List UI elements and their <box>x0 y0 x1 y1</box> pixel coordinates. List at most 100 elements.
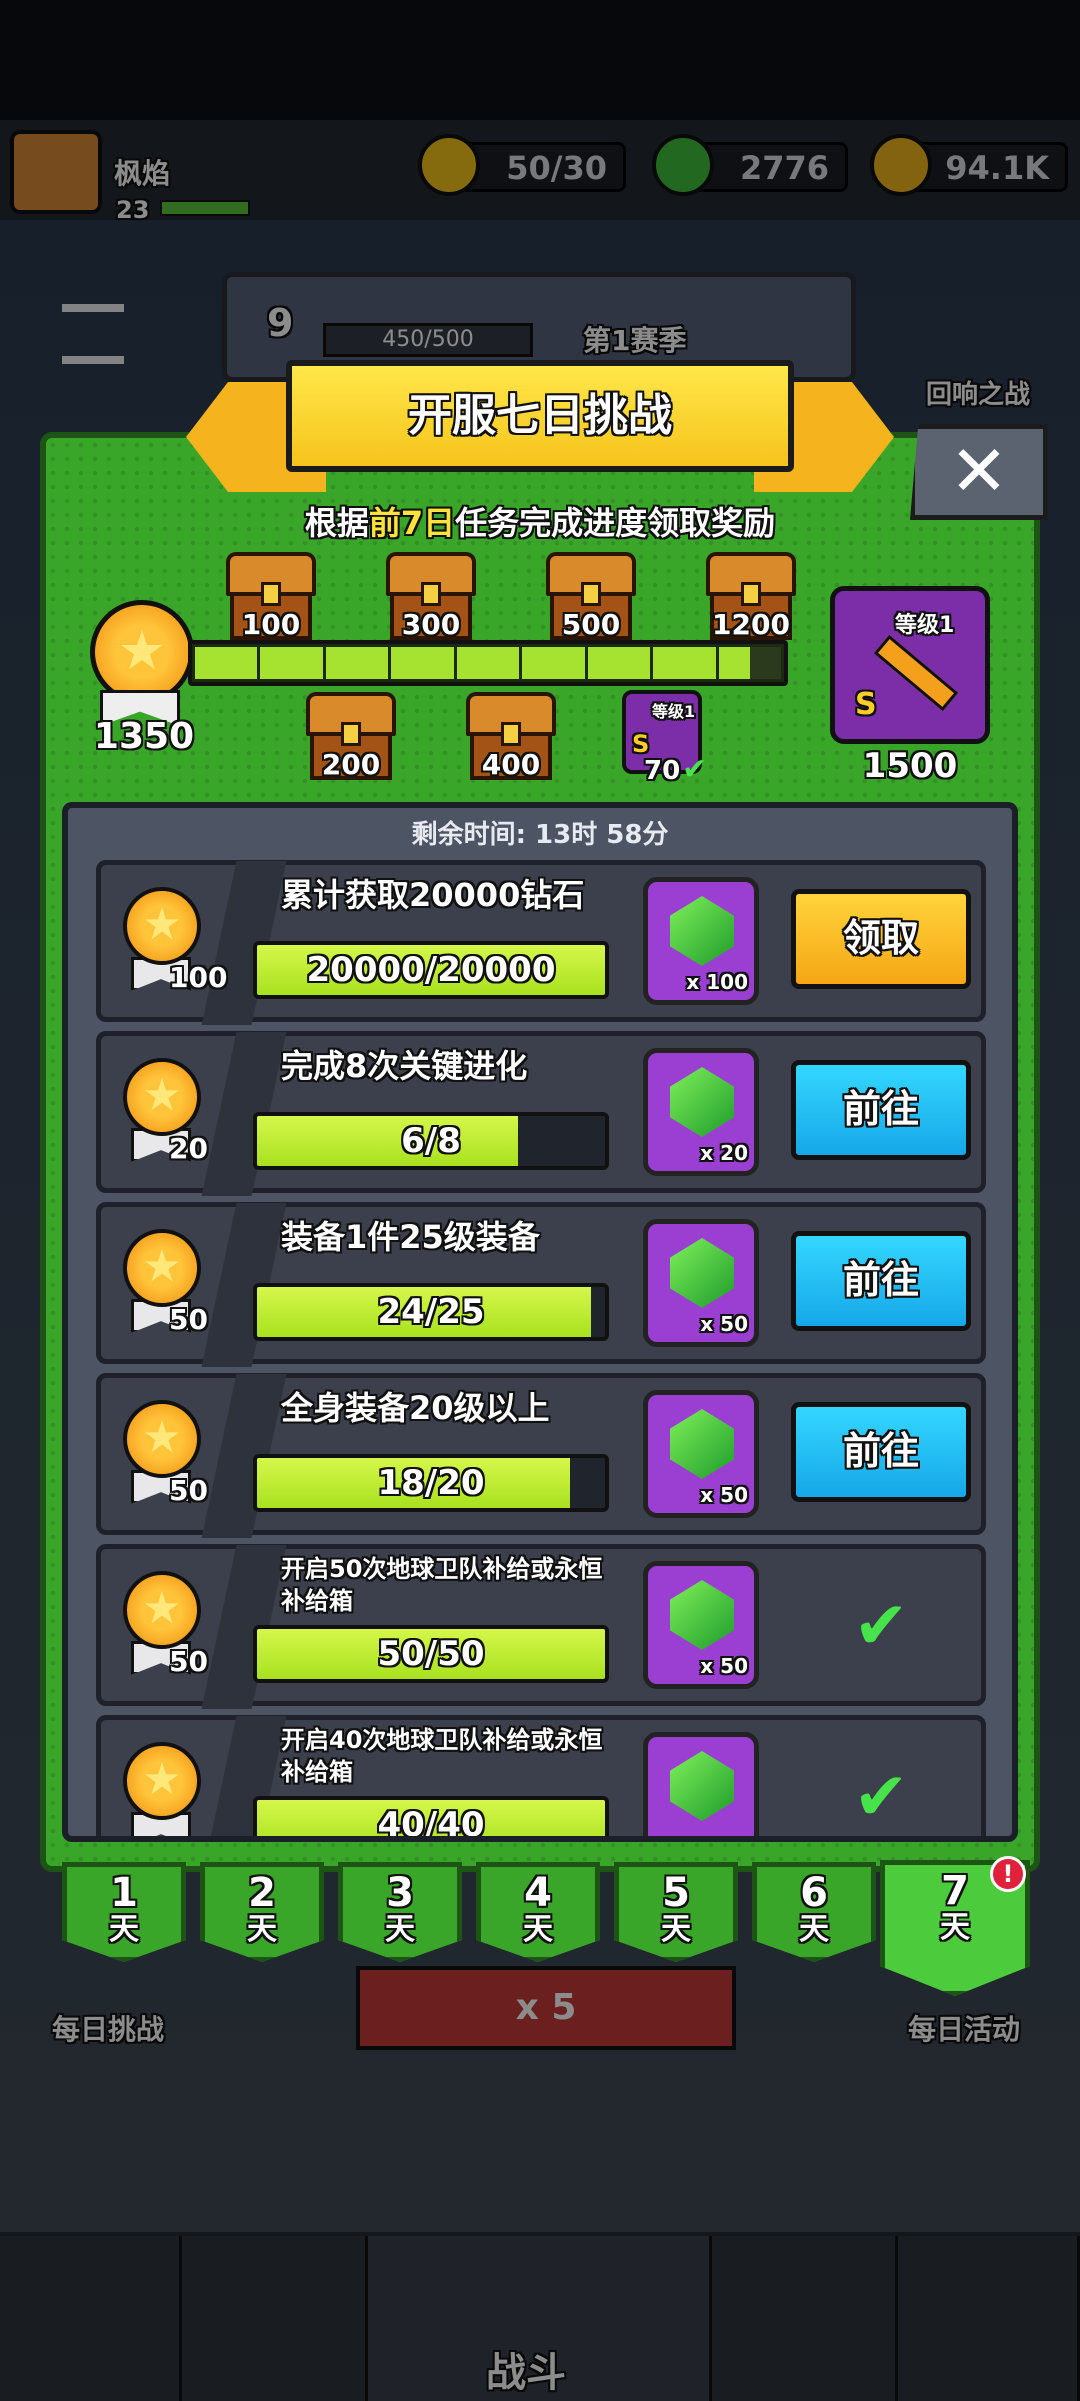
reward-count: x 50 <box>700 1483 748 1507</box>
completed-check-icon: ✔ <box>853 1758 909 1835</box>
subtitle-highlight: 前7日 <box>368 504 456 542</box>
task-progress-bar: 24/25 <box>253 1283 609 1341</box>
day-number: 5 <box>662 1870 690 1916</box>
milestone-label: 300 <box>401 608 461 641</box>
task-points: 20 <box>169 1132 208 1165</box>
star-medal-icon: ★ <box>123 1058 201 1136</box>
task-title: 完成8次关键进化 <box>281 1047 528 1085</box>
subtitle-text-post: 任务完成进度领取奖励 <box>455 504 776 542</box>
day-unit: 天 <box>799 1912 829 1947</box>
day-unit: 天 <box>247 1912 277 1947</box>
final-reward-rank: S <box>855 687 877 722</box>
day-unit: 天 <box>940 1910 970 1945</box>
task-title: 全身装备20级以上 <box>281 1389 550 1427</box>
sword-icon <box>873 634 959 712</box>
final-reward-points: 1500 <box>862 746 958 786</box>
milestone-label: 200 <box>321 748 381 781</box>
reward-count: x 50 <box>700 1312 748 1336</box>
go-button[interactable]: 前往 <box>791 1231 971 1331</box>
task-progress-bar: 20000/20000 <box>253 941 609 999</box>
task-title: 装备1件25级装备 <box>281 1218 540 1256</box>
gem-icon <box>670 1409 734 1479</box>
star-medal-icon: ★ <box>123 1571 201 1649</box>
task-progress-bar: 50/50 <box>253 1625 609 1683</box>
task-progress-bar: 40/40 <box>253 1796 609 1842</box>
reward-count: x 50 <box>700 1654 748 1678</box>
dialog-title: 开服七日挑战 <box>286 360 794 472</box>
gem-icon <box>670 1751 734 1821</box>
day-number: 2 <box>248 1870 276 1916</box>
progress-segment <box>456 647 520 679</box>
reward-gem[interactable]: x 100 <box>643 877 759 1005</box>
reward-gem[interactable]: x 50 <box>643 1390 759 1518</box>
task-points: 50 <box>169 1645 208 1678</box>
task-progress-text: 50/50 <box>377 1634 485 1674</box>
task-points: 50 <box>169 1303 208 1336</box>
completed-check-icon: ✔ <box>853 1587 909 1664</box>
task-points: 50 <box>169 1474 208 1507</box>
task-title: 开启50次地球卫队补给或永恒补给箱 <box>281 1555 603 1615</box>
day-number: 3 <box>386 1870 414 1916</box>
subtitle-text-pre: 根据 <box>304 504 369 542</box>
final-reward-level: 等级1 <box>895 613 955 638</box>
day-number: 6 <box>800 1870 828 1916</box>
progress-segment <box>260 647 323 679</box>
task-progress-text: 6/8 <box>401 1121 461 1161</box>
day-unit: 天 <box>109 1912 139 1947</box>
task-row: ★ 20 完成8次关键进化 6/8 x 20 前往 <box>96 1031 986 1196</box>
milestone-label: 100 <box>241 608 301 641</box>
gem-icon <box>670 1238 734 1308</box>
task-list[interactable]: 剩余时间: 13时 58分 ★ 100 累计获取20000钻石 20000/20000… <box>62 802 1018 1842</box>
task-row: ★ 50 全身装备20级以上 18/20 x 50 前往 <box>96 1373 986 1538</box>
remaining-time: 剩余时间: 13时 58分 <box>411 820 669 850</box>
milestone-label: 1200 <box>712 608 790 641</box>
progress-segment <box>653 647 716 679</box>
progress-segment <box>522 647 585 679</box>
milestone-progress-bar <box>188 640 788 686</box>
gem-icon <box>670 896 734 966</box>
reward-count: x 20 <box>700 1141 748 1165</box>
task-progress-text: 24/25 <box>377 1292 485 1332</box>
task-row: ★ 50 开启50次地球卫队补给或永恒补给箱 50/50 x 50 ✔ <box>96 1544 986 1709</box>
check-icon: ✔ <box>682 752 708 787</box>
gem-icon <box>670 1580 734 1650</box>
star-medal-icon: ★ <box>123 1742 201 1820</box>
mid-reward-level: 等级1 <box>652 702 696 721</box>
star-medal-icon: ★ <box>123 887 201 965</box>
gem-icon <box>670 1067 734 1137</box>
reward-gem[interactable] <box>643 1732 759 1836</box>
go-button[interactable]: 前往 <box>791 1060 971 1160</box>
milestone-label: 400 <box>481 748 541 781</box>
progress-segment <box>325 647 389 679</box>
task-progress-text: 18/20 <box>377 1463 485 1503</box>
milestone-label: 500 <box>561 608 621 641</box>
mid-reward-rank: S <box>632 730 650 758</box>
progress-segment <box>391 647 454 679</box>
total-points: 1350 <box>93 716 195 757</box>
task-points: 100 <box>169 961 228 994</box>
day-unit: 天 <box>523 1912 553 1947</box>
day-unit: 天 <box>385 1912 415 1947</box>
star-medal-icon: ★ <box>123 1400 201 1478</box>
go-button[interactable]: 前往 <box>791 1402 971 1502</box>
dialog-subtitle: 根据前7日任务完成进度领取奖励 <box>60 498 1020 544</box>
progress-segment <box>718 647 781 679</box>
claim-button[interactable]: 领取 <box>791 889 971 989</box>
task-row: ★ 50 装备1件25级装备 24/25 x 50 前往 <box>96 1202 986 1367</box>
task-progress-bar: 18/20 <box>253 1454 609 1512</box>
day-number: 4 <box>524 1870 552 1916</box>
task-title: 累计获取20000钻石 <box>281 876 585 914</box>
reward-count: x 100 <box>686 970 748 994</box>
star-medal-icon: ★ <box>90 600 194 704</box>
reward-gem[interactable]: x 20 <box>643 1048 759 1176</box>
final-reward-weapon[interactable]: 等级1 S <box>830 586 990 744</box>
task-progress-bar: 6/8 <box>253 1112 609 1170</box>
task-progress-text: 20000/20000 <box>306 950 556 990</box>
reward-gem[interactable]: x 50 <box>643 1219 759 1347</box>
mid-reward-points: 70 <box>644 756 681 786</box>
reward-gem[interactable]: x 50 <box>643 1561 759 1689</box>
task-row: ★ 100 累计获取20000钻石 20000/20000 x 100 领取 <box>96 860 986 1025</box>
progress-segment <box>195 647 258 679</box>
star-medal-icon: ★ <box>123 1229 201 1307</box>
task-progress-text: 40/40 <box>377 1805 485 1842</box>
